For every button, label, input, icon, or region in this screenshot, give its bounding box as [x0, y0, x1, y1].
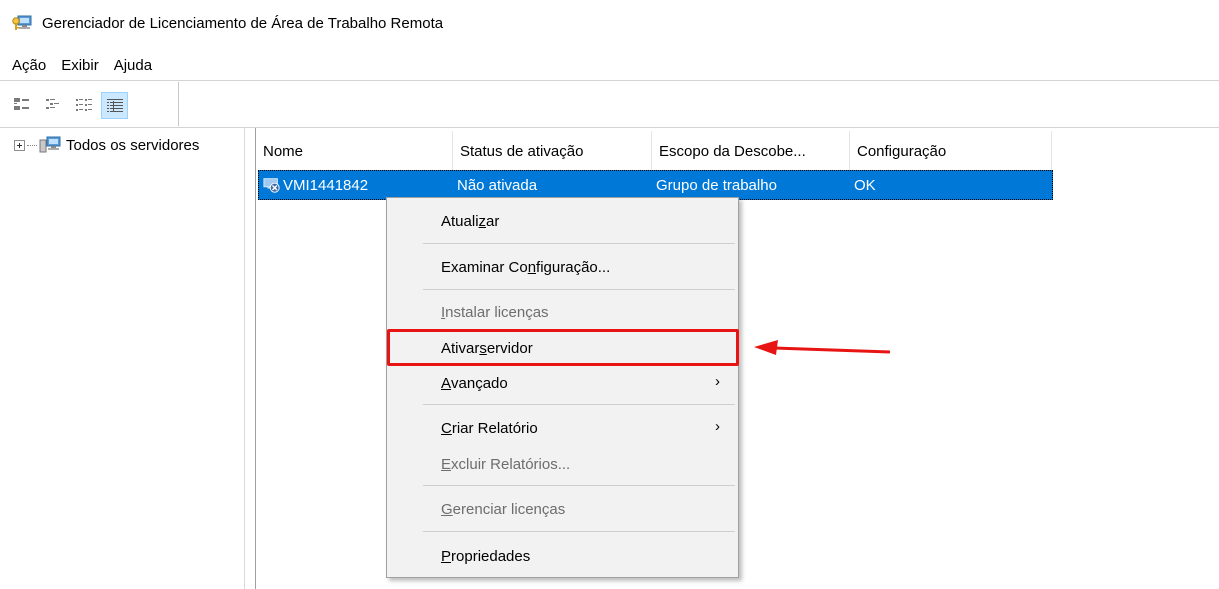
pane-splitter[interactable]	[244, 128, 256, 589]
window-title: Gerenciador de Licenciamento de Área de …	[42, 14, 444, 32]
menu-separator	[423, 404, 735, 405]
large-icons-button[interactable]	[8, 92, 35, 119]
menu-item-refresh[interactable]: Atuali z ar	[387, 205, 738, 237]
menu-item-properties[interactable]: Propriedades	[387, 540, 738, 572]
toolbar-divider-top	[0, 80, 1219, 81]
menu-bar: Ação Exibir Ajuda	[0, 52, 167, 78]
tree-connector	[27, 144, 37, 146]
menu-action[interactable]: Ação	[12, 57, 46, 74]
menu-item-review-configuration[interactable]: Examinar Co n figuração...	[387, 251, 738, 283]
small-icons-icon	[45, 99, 59, 109]
menu-separator	[423, 531, 735, 532]
tree-label-all-servers: Todos os servidores	[66, 136, 200, 154]
menu-item-advanced[interactable]: Avançado ›	[387, 367, 738, 399]
column-header-configuration[interactable]: Configuração	[850, 131, 1052, 171]
details-view-icon	[106, 99, 123, 112]
cell-activation-status: Não ativada	[457, 176, 538, 194]
small-icons-button[interactable]	[39, 92, 66, 119]
annotation-arrow-icon	[754, 340, 891, 355]
servers-icon	[39, 136, 61, 153]
toolbar	[8, 86, 132, 124]
tree-node-all-servers[interactable]: Todos os servidores	[14, 136, 199, 154]
submenu-arrow-icon: ›	[715, 373, 720, 390]
column-header-activation-status[interactable]: Status de ativação	[453, 131, 652, 171]
menu-item-create-report[interactable]: Criar Relatório ›	[387, 412, 738, 444]
cell-configuration: OK	[854, 176, 876, 194]
menu-view[interactable]: Exibir	[61, 57, 99, 74]
menu-help[interactable]: Ajuda	[114, 57, 152, 74]
menu-item-manage-licenses: Gerenciar licenças	[441, 500, 566, 518]
table-row[interactable]: VMI1441842 Não ativada Grupo de trabalho…	[258, 170, 1053, 200]
details-view-button[interactable]	[101, 91, 128, 119]
menu-separator	[423, 243, 735, 244]
large-icons-icon	[13, 98, 29, 110]
tree-pane: Todos os servidores	[0, 128, 244, 589]
column-header-discovery-scope[interactable]: Escopo da Descobe...	[652, 131, 850, 171]
menu-separator	[423, 485, 735, 486]
expand-icon[interactable]	[14, 139, 25, 151]
list-view-icon	[75, 99, 92, 111]
column-header-name[interactable]: Nome	[256, 131, 453, 171]
list-view-button[interactable]	[70, 92, 97, 119]
submenu-arrow-icon: ›	[715, 418, 720, 435]
list-header: Nome Status de ativação Escopo da Descob…	[256, 131, 1052, 171]
highlight-box	[387, 329, 739, 366]
menu-item-delete-reports: Excluir Relatórios...	[441, 455, 571, 473]
rd-licensing-icon	[11, 13, 33, 33]
menu-item-install-licenses: Instalar licenças	[441, 303, 549, 321]
title-bar: Gerenciador de Licenciamento de Área de …	[0, 0, 1219, 46]
menu-separator	[423, 289, 735, 290]
context-menu: Atuali z ar Examinar Co n figuração... Insta…	[386, 197, 739, 578]
cell-server-name: VMI1441842	[283, 176, 369, 194]
toolbar-divider	[178, 82, 179, 126]
cell-discovery-scope: Grupo de trabalho	[656, 176, 777, 194]
server-not-activated-icon	[263, 176, 281, 194]
